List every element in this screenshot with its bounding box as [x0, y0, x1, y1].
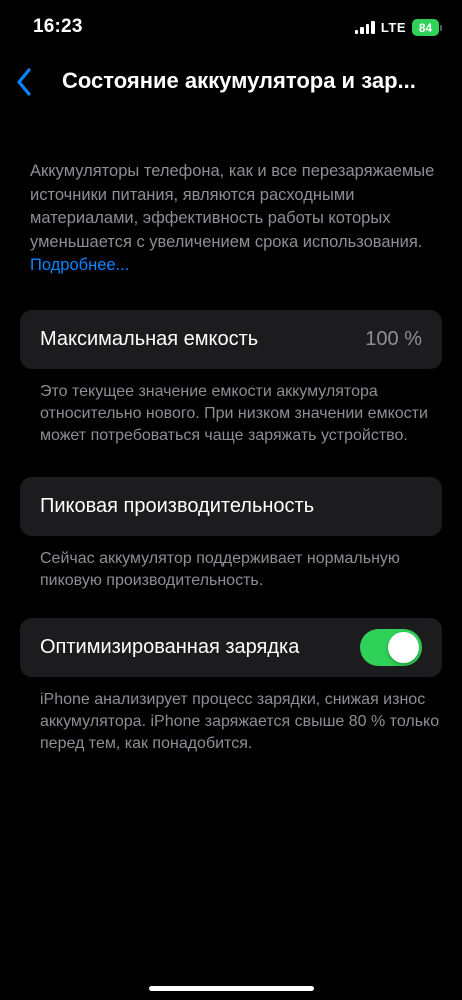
battery-level: 84 [412, 19, 439, 36]
cellular-signal-icon [354, 21, 375, 34]
intro-description: Аккумуляторы телефона, как и все перезар… [30, 162, 435, 251]
battery-icon: 84 [412, 19, 442, 36]
page-title: Состояние аккумулятора и зар... [62, 68, 416, 93]
optimized-charging-label: Оптимизированная зарядка [40, 635, 300, 658]
peak-performance-row: Пиковая производительность [20, 476, 442, 536]
max-capacity-value: 100 % [365, 327, 422, 350]
max-capacity-row: Максимальная емкость 100 % [20, 309, 442, 369]
max-capacity-footnote: Это текущее значение емкости аккумулятор… [40, 382, 428, 444]
status-bar: 16:23 LTE 84 [0, 0, 462, 58]
status-time: 16:23 [33, 16, 83, 37]
max-capacity-label: Максимальная емкость [40, 327, 259, 350]
home-indicator[interactable] [149, 986, 314, 991]
intro-text: Аккумуляторы телефона, как и все перезар… [30, 160, 442, 278]
settings-content: Аккумуляторы телефона, как и все перезар… [0, 158, 462, 755]
optimized-charging-toggle[interactable] [360, 628, 422, 666]
chevron-left-icon [17, 68, 31, 96]
battery-cap [440, 24, 442, 31]
status-indicators: LTE 84 [354, 19, 442, 36]
network-type: LTE [380, 20, 406, 35]
optimized-charging-row: Оптимизированная зарядка [20, 617, 442, 677]
optimized-charging-footnote: iPhone анализирует процесс зарядки, сниж… [40, 690, 440, 752]
peak-performance-footnote: Сейчас аккумулятор поддерживает нормальн… [40, 549, 400, 589]
learn-more-link[interactable]: Подробнее... [30, 256, 129, 274]
toggle-knob [388, 631, 419, 663]
navigation-bar: Состояние аккумулятора и зар... [0, 58, 462, 106]
peak-performance-label: Пиковая производительность [40, 494, 315, 517]
back-button[interactable] [6, 62, 42, 102]
